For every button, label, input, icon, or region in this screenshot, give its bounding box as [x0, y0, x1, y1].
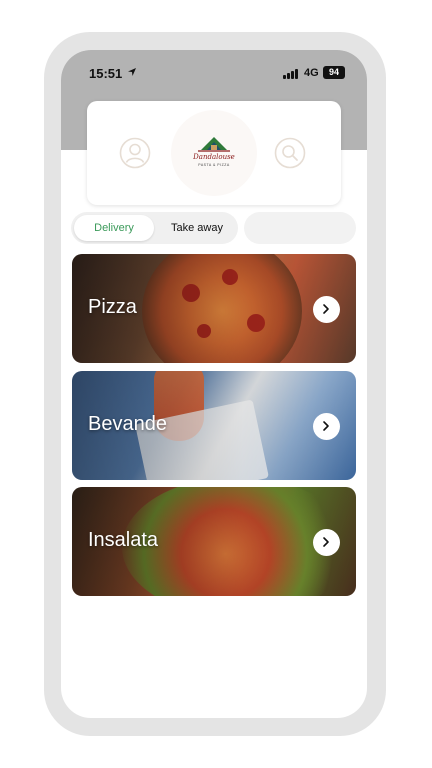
category-card-bevande[interactable]: Bevande — [72, 371, 356, 480]
category-label: Pizza — [88, 296, 137, 318]
app-screen: 15:51 4G 94 Dandalouse PASTA & PIZZA Del… — [61, 50, 367, 718]
signal-bars-icon — [283, 69, 298, 79]
search-icon[interactable] — [274, 137, 306, 169]
logo-name: Dandalouse — [193, 153, 235, 161]
chevron-right-icon[interactable] — [313, 529, 340, 556]
chevron-right-icon[interactable] — [313, 296, 340, 323]
category-card-pizza[interactable]: Pizza — [72, 254, 356, 363]
header-card: Dandalouse PASTA & PIZZA — [87, 101, 341, 205]
logo-subtitle: PASTA & PIZZA — [198, 163, 230, 167]
house-mountain-icon — [198, 137, 230, 152]
category-label: Insalata — [88, 529, 159, 551]
category-card-insalata[interactable]: Insalata — [72, 487, 356, 596]
delivery-tab[interactable]: Delivery — [74, 215, 154, 241]
chevron-right-icon[interactable] — [313, 413, 340, 440]
ghost-pill-button[interactable] — [244, 212, 356, 244]
battery-icon: 94 — [323, 66, 345, 79]
status-time: 15:51 — [89, 66, 123, 81]
location-arrow-icon — [128, 68, 136, 76]
network-type: 4G — [304, 67, 319, 79]
order-mode-toggle: Delivery Take away — [71, 212, 238, 244]
stage: 15:51 4G 94 Dandalouse PASTA & PIZZA Del… — [0, 0, 432, 768]
status-bar: 15:51 4G 94 — [61, 64, 367, 84]
take-away-tab[interactable]: Take away — [159, 215, 235, 241]
profile-icon[interactable] — [119, 137, 151, 169]
restaurant-logo[interactable]: Dandalouse PASTA & PIZZA — [171, 110, 257, 196]
category-label: Bevande — [88, 413, 167, 435]
